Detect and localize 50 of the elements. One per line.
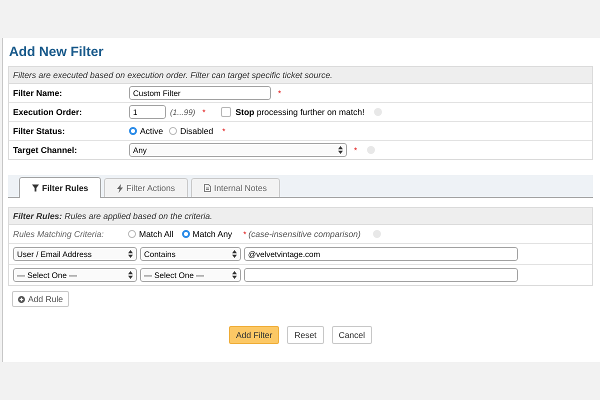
- radio-button[interactable]: [182, 230, 190, 238]
- field-label: Target Channel:: [13, 145, 78, 155]
- channel-select[interactable]: Any: [129, 143, 347, 157]
- funnel-icon: [32, 184, 39, 192]
- page-title: Add New Filter: [8, 44, 105, 59]
- rules-header: Filter Rules: Rules are applied based on the criteria.: [9, 208, 592, 225]
- operator-select[interactable]: Contains: [140, 247, 241, 261]
- field-label: Execution Order:: [13, 107, 83, 117]
- form-button[interactable]: Add Filter: [228, 326, 280, 344]
- radio-button[interactable]: [169, 127, 178, 135]
- radio-label: Match All: [139, 229, 174, 239]
- radio-label: Active: [140, 126, 164, 136]
- radio-label: Disabled: [180, 126, 214, 136]
- updown-arrow-icon: [128, 271, 133, 279]
- required-mark: *: [222, 126, 226, 136]
- updown-arrow-icon: [232, 271, 237, 279]
- value-field[interactable]: @velvetvintage.com: [244, 247, 518, 261]
- checkbox[interactable]: [221, 107, 232, 117]
- field-select[interactable]: User / Email Address: [13, 247, 137, 261]
- field-select[interactable]: — Select One —: [13, 268, 137, 282]
- range-hint: (1...99): [170, 108, 196, 116]
- document-icon: [204, 184, 211, 192]
- radio-label: Match Any: [192, 229, 232, 239]
- radio-button[interactable]: [128, 230, 136, 238]
- tab[interactable]: Internal Notes: [190, 178, 280, 197]
- required-mark: *: [278, 88, 282, 98]
- value-field[interactable]: [244, 268, 518, 282]
- field-label: Filter Status:: [13, 126, 66, 136]
- order-field[interactable]: 1: [129, 105, 166, 119]
- plus-circle-icon: [18, 296, 25, 302]
- criteria-label: Rules Matching Criteria:: [13, 229, 105, 239]
- updown-arrow-icon: [232, 250, 237, 258]
- comparison-hint: (case-insensitive comparison): [248, 229, 361, 239]
- operator-select[interactable]: — Select One —: [140, 268, 241, 282]
- add-rule-button[interactable]: Add Rule: [12, 291, 69, 307]
- updown-arrow-icon: [128, 250, 133, 258]
- form-button[interactable]: Cancel: [332, 326, 372, 344]
- field-label: Filter Name:: [13, 88, 64, 98]
- updown-arrow-icon: [338, 146, 343, 154]
- required-mark: *: [354, 146, 358, 154]
- tab[interactable]: Filter Rules: [19, 177, 102, 198]
- checkbox-label: Stop processing further on match!: [235, 107, 364, 117]
- required-mark: *: [202, 108, 206, 116]
- required-mark: *: [243, 230, 246, 238]
- form-button[interactable]: Reset: [287, 326, 324, 344]
- name-field[interactable]: Custom Filter: [129, 86, 271, 100]
- radio-button[interactable]: [129, 127, 137, 135]
- info-text: Filters are executed based on execution order. Filter can target specific ticket source.: [9, 67, 592, 84]
- lightning-icon: [117, 184, 124, 192]
- tab[interactable]: Filter Actions: [104, 178, 188, 197]
